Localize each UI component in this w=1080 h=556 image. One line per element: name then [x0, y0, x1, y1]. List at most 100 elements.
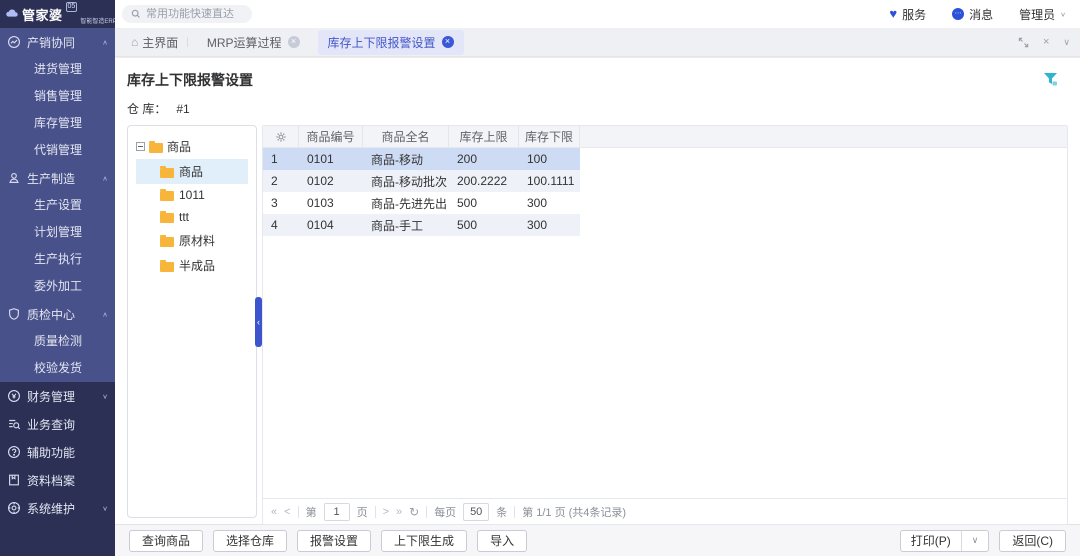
sidebar-item-daixiao[interactable]: 代销管理 [0, 137, 115, 164]
service-button[interactable]: ♥ 服务 [889, 6, 926, 23]
page-size-input[interactable] [463, 503, 489, 521]
message-button[interactable]: ⋯ 消息 [952, 6, 993, 23]
panels: 商品 商品 1011 ttt [127, 125, 1068, 525]
quick-search[interactable] [122, 5, 252, 23]
sidebar-item-xitongweihu[interactable]: 系统维护 ∨ [0, 494, 115, 522]
table-empty-space [263, 236, 1067, 498]
tree-item-shangpin[interactable]: 商品 [136, 159, 248, 184]
chevron-down-icon: ∨ [102, 504, 108, 511]
tree-item-bancheng[interactable]: 半成品 [136, 253, 248, 278]
divider [298, 506, 299, 518]
folder-icon [160, 213, 174, 223]
page-content: 库存上下限报警设置 仓 库： #1 商品 [115, 57, 1080, 524]
import-button[interactable]: 导入 [477, 530, 527, 552]
sidebar-item-weiwaijiagong[interactable]: 委外加工 [0, 273, 115, 300]
gear-target-icon [7, 501, 21, 515]
tree-root-item[interactable]: 商品 [136, 138, 248, 155]
divider [375, 506, 376, 518]
sidebar-item-ziliaodangan[interactable]: 资料档案 [0, 466, 115, 494]
sidebar-item-zhijianzhongxin[interactable]: 质检中心 ∧ [0, 300, 115, 328]
table-row[interactable]: 3 0103 商品-先进先出 500 300 [263, 192, 580, 214]
column-header-lower[interactable]: 库存下限 [519, 126, 580, 147]
sidebar-item-shengchanshezhi[interactable]: 生产设置 [0, 192, 115, 219]
first-page-button[interactable]: « [271, 506, 277, 518]
panel-collapse-handle[interactable]: ‹ [255, 297, 262, 347]
refresh-icon[interactable]: ↻ [409, 505, 419, 519]
close-icon[interactable]: × [288, 36, 300, 48]
shield-icon [7, 307, 21, 321]
prev-page-button[interactable]: < [284, 506, 290, 518]
tab-window-controls: × ∨ [1018, 36, 1070, 48]
page-prefix-label: 第 [306, 504, 317, 520]
sidebar-item-shengchanzhizao[interactable]: 生产制造 ∧ [0, 164, 115, 192]
alarm-settings-button[interactable]: 报警设置 [297, 530, 371, 552]
sidebar-item-yewuchaxun[interactable]: 业务查询 [0, 410, 115, 438]
generate-limits-button[interactable]: 上下限生成 [381, 530, 467, 552]
page-number-input[interactable] [324, 503, 350, 521]
tree-label: 半成品 [179, 257, 215, 274]
cell-upper: 500 [449, 218, 519, 232]
warehouse-row: 仓 库： #1 [127, 100, 1068, 117]
tab-home[interactable]: ⌂ 主界面 [131, 34, 178, 51]
close-icon[interactable]: × [442, 36, 454, 48]
cell-upper: 200 [449, 152, 519, 166]
sidebar-item-xiaoshou[interactable]: 销售管理 [0, 83, 115, 110]
print-options-caret-icon[interactable]: ∨ [961, 531, 989, 551]
sidebar-item-shengchanzhixing[interactable]: 生产执行 [0, 246, 115, 273]
sidebar-item-jihuaguanli[interactable]: 计划管理 [0, 219, 115, 246]
column-header-name[interactable]: 商品全名 [363, 126, 449, 147]
tree-label: 商品 [179, 163, 203, 180]
tree-item-1011[interactable]: 1011 [136, 184, 248, 206]
service-label: 服务 [902, 6, 926, 23]
close-all-icon[interactable]: × [1043, 36, 1049, 48]
sidebar-item-jiaoyanfahuo[interactable]: 校验发货 [0, 355, 115, 382]
sidebar-item-chanxiaoxietong[interactable]: 产销协同 ∧ [0, 28, 115, 56]
cell-lower: 300 [519, 196, 580, 210]
heart-icon: ♥ [889, 8, 897, 20]
sidebar-item-jinhuo[interactable]: 进货管理 [0, 56, 115, 83]
sidebar-item-label: 系统维护 [27, 500, 75, 517]
table-row[interactable]: 4 0104 商品-手工 500 300 [263, 214, 580, 236]
tree-item-yuancailiao[interactable]: 原材料 [136, 228, 248, 253]
tree-item-ttt[interactable]: ttt [136, 206, 248, 228]
sidebar-item-fuzhugongneng[interactable]: 辅助功能 [0, 438, 115, 466]
column-header-code[interactable]: 商品编号 [299, 126, 363, 147]
tree-label: 原材料 [179, 232, 215, 249]
next-page-button[interactable]: > [383, 506, 389, 518]
user-name: 管理员 [1019, 6, 1055, 23]
collapse-minus-icon[interactable] [136, 142, 145, 151]
tab-inventory-alarm[interactable]: 库存上下限报警设置 × [318, 30, 464, 55]
restore-icon[interactable] [1018, 37, 1029, 48]
cell-upper: 200.2222 [449, 174, 519, 188]
column-settings-button[interactable] [263, 126, 299, 147]
print-button[interactable]: 打印(P) [901, 531, 961, 551]
tab-mrp[interactable]: MRP运算过程 × [197, 30, 310, 55]
message-label: 消息 [969, 6, 993, 23]
tab-list-icon[interactable]: ∨ [1063, 37, 1070, 48]
last-page-button[interactable]: » [396, 506, 402, 518]
tree-label: 商品 [167, 138, 191, 155]
sidebar-item-caiwuguanli[interactable]: 财务管理 ∨ [0, 382, 115, 410]
search-input[interactable] [146, 8, 243, 20]
sidebar-item-kucun[interactable]: 库存管理 [0, 110, 115, 137]
folder-icon [149, 143, 163, 153]
user-menu[interactable]: 管理员 ∨ [1019, 6, 1066, 23]
warehouse-label: 仓 库： [127, 100, 166, 117]
per-page-unit: 条 [496, 504, 507, 520]
sidebar-item-zhiliangjiance[interactable]: 质量检测 [0, 328, 115, 355]
column-header-upper[interactable]: 库存上限 [449, 126, 519, 147]
divider [426, 506, 427, 518]
topbar-actions: ♥ 服务 ⋯ 消息 管理员 ∨ [889, 6, 1066, 23]
back-button[interactable]: 返回(C) [999, 530, 1066, 552]
select-warehouse-button[interactable]: 选择仓库 [213, 530, 287, 552]
filter-icon[interactable] [1043, 72, 1058, 90]
chevron-up-icon: ∧ [102, 174, 108, 181]
query-goods-button[interactable]: 查询商品 [129, 530, 203, 552]
cell-code: 0103 [299, 196, 363, 210]
table-row[interactable]: 1 0101 商品-移动 200 100 [263, 148, 580, 170]
sidebar-group-chanxiao: 产销协同 ∧ 进货管理 销售管理 库存管理 代销管理 [0, 28, 115, 164]
pagination-bar: « < 第 页 > » ↻ 每页 条 [263, 498, 1067, 524]
cloud-logo-icon [5, 7, 19, 21]
cell-lower: 100.1111 [519, 174, 580, 188]
table-row[interactable]: 2 0102 商品-移动批次 200.2222 100.1111 [263, 170, 580, 192]
